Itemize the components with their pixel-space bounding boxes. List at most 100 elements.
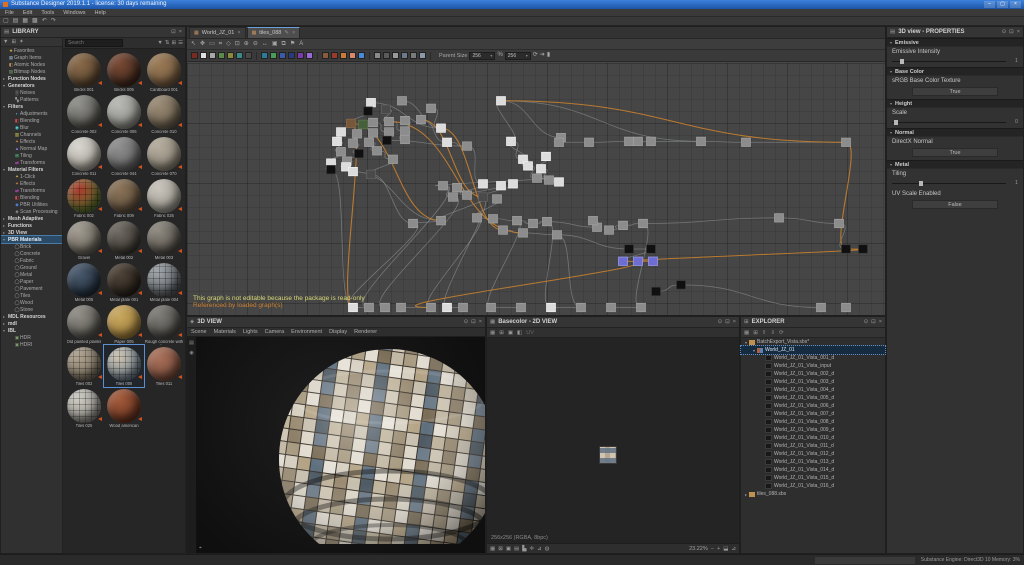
tree-item-mdl-resources[interactable]: ▸MDL Resources [1,313,62,320]
explorer-output[interactable]: World_JZ_01_Vista_012_d [741,450,885,458]
graph-node[interactable] [385,128,394,136]
ruler-icon[interactable]: ⊿ [537,546,542,552]
link-mode-icon[interactable]: ↔ [262,40,268,49]
graph-node[interactable] [619,257,628,265]
graph-node[interactable] [365,303,374,311]
view3d-menu-renderer[interactable]: Renderer [354,329,377,335]
graph-node[interactable] [553,231,562,239]
zoom-out-icon[interactable]: − [711,546,714,552]
explorer-output[interactable]: World_JZ_01_Vista_009_d [741,426,885,434]
link-size-icon[interactable]: % [497,51,502,60]
graph-node[interactable] [507,137,516,145]
explorer-output[interactable]: World_JZ_01_Vista_003_d [741,378,885,386]
zoom-out-icon[interactable]: ⊖ [253,40,258,49]
edit-icon[interactable]: ✎ [284,30,289,36]
graph-tab-tiles_088[interactable]: ▦tiles_088✎× [247,27,301,38]
save-all-icon[interactable]: ▩ [32,17,38,26]
graph-node[interactable] [842,138,851,146]
tree-item-pavement[interactable]: ◯Pavement [1,285,62,292]
pin-icon[interactable]: ⊙ [1002,29,1007,35]
graph-node[interactable] [509,180,518,188]
flag-icon[interactable]: ⚑ [290,40,295,49]
graph-node[interactable] [401,116,410,124]
graph-node[interactable] [555,138,564,146]
tree-item-tiles[interactable]: ◯Tiles [1,292,62,299]
material-item[interactable]: Bricks 001 [64,51,104,93]
explorer-output[interactable]: World_JZ_01_Vista_input [741,362,885,370]
graph-node[interactable] [649,257,658,265]
node-graph[interactable] [187,63,885,315]
material-item[interactable]: Wood american cherry [104,387,144,429]
tree-item-blending[interactable]: ◧Blending [1,117,62,124]
graph-node[interactable] [347,119,356,127]
graph-node[interactable] [585,138,594,146]
node-palette-swatch[interactable] [358,52,365,59]
graph-node[interactable] [543,217,552,225]
refresh-icon[interactable]: ⟳ [533,51,538,60]
view3d-menu-display[interactable]: Display [329,329,347,335]
maximize-button[interactable]: ▢ [997,1,1008,8]
graph-node[interactable] [401,127,410,135]
explorer-output[interactable]: World_JZ_01_Vista_008_d [741,418,885,426]
tree-item-patterns[interactable]: ▚Patterns [1,96,62,103]
material-item[interactable]: Concrete 010 [144,93,184,135]
graph-node[interactable] [859,245,868,253]
graph-node[interactable] [473,214,482,222]
graph-node[interactable] [389,155,398,163]
fit-view-icon[interactable]: ⬓ [723,546,728,552]
slider-track[interactable] [892,61,1006,62]
tree-item-stone[interactable]: ◯Stone [1,306,62,313]
graph-node[interactable] [497,181,506,189]
graph-node[interactable] [555,178,564,186]
graph-node[interactable] [639,219,648,227]
graph-node[interactable] [439,181,448,189]
height-select[interactable]: 256▾ [505,52,531,60]
graph-node[interactable] [519,229,528,237]
pin-icon[interactable]: ⊙ [864,319,869,325]
slider-track[interactable] [892,183,1006,184]
filter-icon[interactable]: ▼ [3,39,8,45]
graph-node[interactable] [625,245,634,253]
graph-node[interactable] [524,162,533,170]
graph-node[interactable] [463,142,472,150]
graph-node[interactable] [355,149,364,157]
funnel-icon[interactable]: ▼ [157,40,162,46]
graph-node[interactable] [383,136,392,144]
graph-node[interactable] [337,128,346,136]
tree-item-scan-processing[interactable]: ◈Scan Processing [1,208,62,215]
stop-icon[interactable]: ▮ [547,51,550,60]
node-palette-swatch[interactable] [383,52,390,59]
graph-node[interactable] [453,183,462,191]
graph-node[interactable] [369,129,378,137]
tree-item-concrete[interactable]: ◯Concrete [1,250,62,257]
node-palette-swatch[interactable] [349,52,356,59]
menu-edit[interactable]: Edit [23,10,32,16]
import-icon[interactable]: ⇧ [762,330,767,336]
image-icon[interactable]: ▦ [490,330,495,336]
graph-node[interactable] [459,303,468,311]
material-item[interactable]: Fabric 025 [144,177,184,219]
material-item[interactable]: Fabric 009 [104,177,144,219]
menu-windows[interactable]: Windows [63,10,85,16]
node-palette-swatch[interactable] [261,52,268,59]
section-header-metal[interactable]: ▾Metal [887,160,1023,169]
toggle-button[interactable]: True [912,148,998,157]
explorer-output[interactable]: World_JZ_01_Vista_007_d [741,410,885,418]
snap-icon[interactable]: ◇ [226,40,231,49]
grid-view-icon[interactable]: ⊞ [171,40,176,46]
close-panel-icon[interactable]: × [733,319,736,325]
minimize-button[interactable]: – [984,1,995,8]
view-2d-viewport[interactable]: 256x256 (RGBA, 8bpc) [487,338,739,543]
tree-item-metal[interactable]: ◯Metal [1,271,62,278]
tree-item-bitmap-nodes[interactable]: ▨Bitmap Nodes [1,68,62,75]
material-item[interactable]: Metal 003 [144,219,184,261]
graph-node[interactable] [463,191,472,199]
graph-node[interactable] [742,138,751,146]
node-palette-swatch[interactable] [245,52,252,59]
graph-node[interactable] [605,226,614,234]
graph-node[interactable] [547,303,556,311]
play-icon[interactable]: ➔ [540,51,545,60]
tree-item-blending[interactable]: ◧Blending [1,194,62,201]
graph-node[interactable] [647,245,656,253]
float-panel-icon[interactable]: ⊡ [1009,29,1014,35]
